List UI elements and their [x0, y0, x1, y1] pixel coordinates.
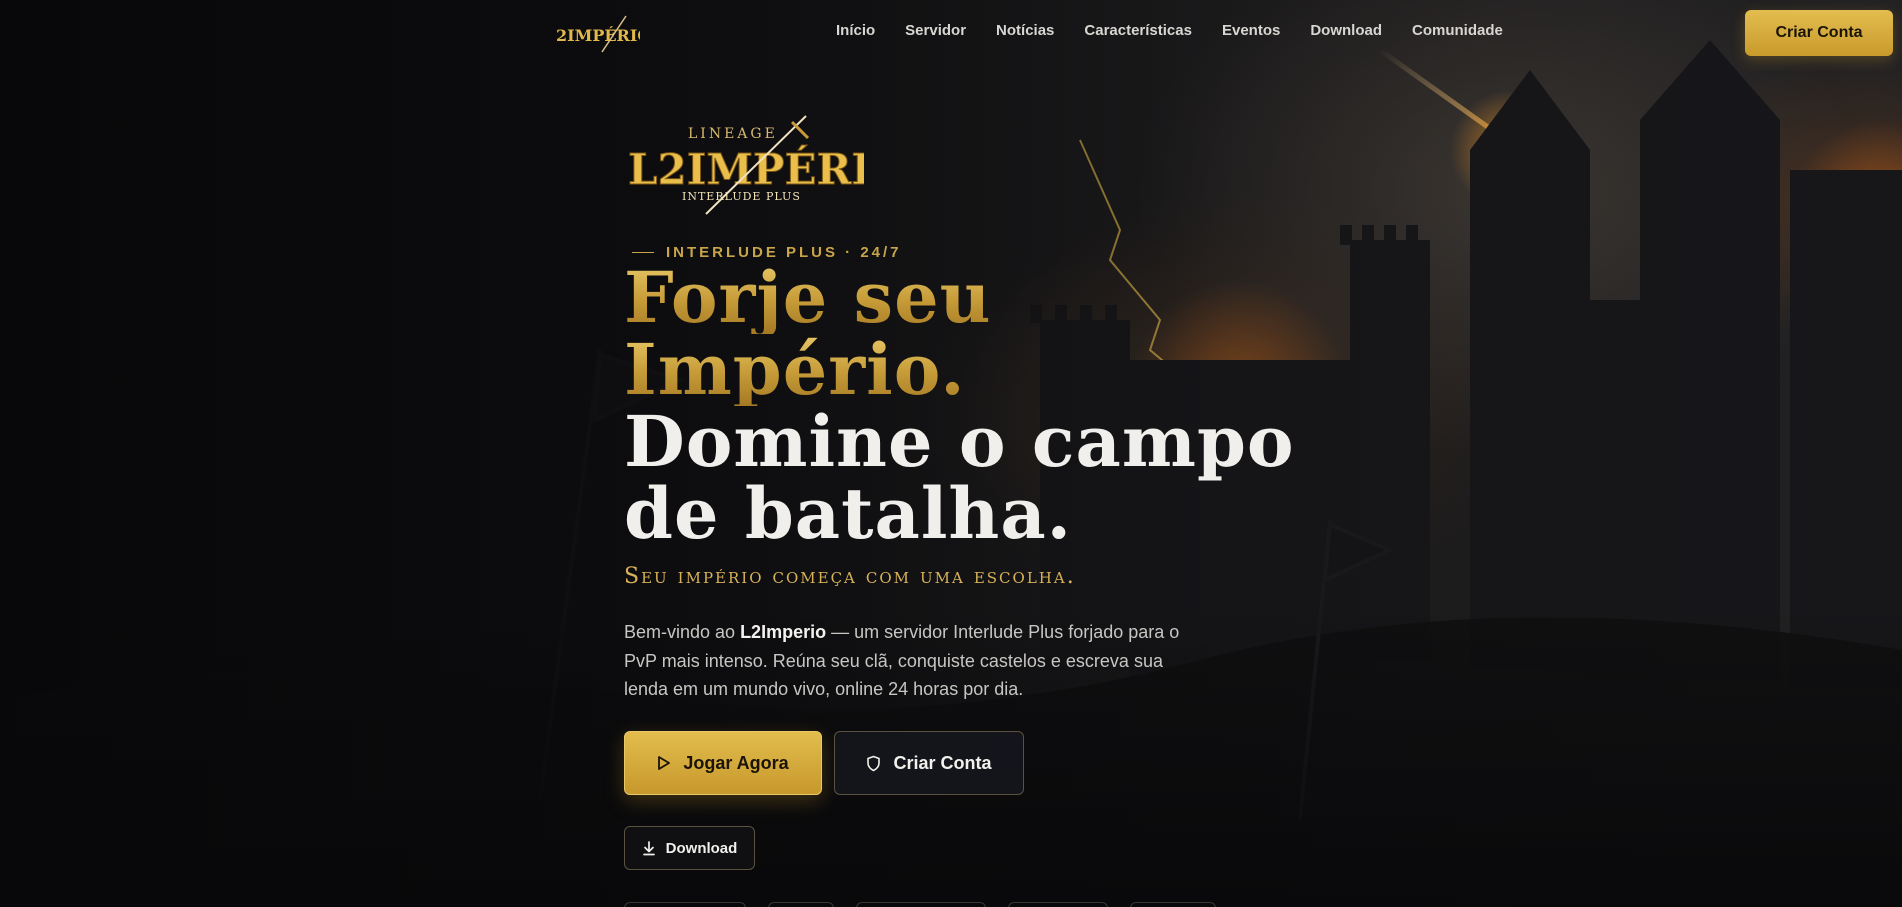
headline-gold-line-1: Forje seu — [624, 262, 1324, 334]
stat-card — [856, 902, 986, 907]
hero-description: Bem-vindo ao L2Imperio — um servidor Int… — [624, 618, 1194, 704]
desc-intro: Bem-vindo ao — [624, 622, 741, 642]
headline-white-line-1: Domine o campo — [624, 400, 1295, 483]
svg-text:L2IMPÉRIO: L2IMPÉRIO — [628, 144, 864, 194]
stat-card — [1008, 902, 1108, 907]
stat-card — [1130, 902, 1216, 907]
svg-text:L2IMPÉRIO: L2IMPÉRIO — [556, 25, 640, 45]
nav-link-download[interactable]: Download — [1310, 22, 1382, 39]
headline-gold-line-2: Império. — [624, 334, 1324, 406]
nav-link-inicio[interactable]: Início — [836, 22, 875, 39]
eyebrow-divider — [632, 252, 654, 253]
stat-card — [624, 902, 746, 907]
desc-server-name: L2Imperio — [740, 622, 827, 642]
download-button[interactable]: Download — [624, 826, 755, 870]
nav-link-servidor[interactable]: Servidor — [905, 22, 966, 39]
stat-card — [768, 902, 834, 907]
create-account-nav-button[interactable]: Criar Conta — [1745, 10, 1893, 56]
download-label: Download — [665, 839, 738, 857]
play-now-button[interactable]: Jogar Agora — [624, 731, 822, 795]
create-account-label: Criar Conta — [893, 752, 992, 773]
shield-icon — [866, 755, 881, 772]
hero-headline: Forje seu Império. Domine o campo de bat… — [624, 262, 1324, 550]
nav-link-eventos[interactable]: Eventos — [1222, 22, 1280, 39]
play-now-label: Jogar Agora — [683, 752, 789, 773]
play-icon — [657, 755, 671, 771]
nav-link-comunidade[interactable]: Comunidade — [1412, 22, 1503, 39]
headline-white-line-2: de batalha. — [624, 472, 1073, 555]
svg-text:INTERLUDE PLUS: INTERLUDE PLUS — [682, 190, 801, 203]
nav-link-noticias[interactable]: Notícias — [996, 22, 1054, 39]
top-navigation: L2IMPÉRIO Início Servidor Notícias Carac… — [0, 0, 1902, 66]
hero-tagline: Seu império começa com uma escolha. — [624, 564, 1076, 589]
brand-logo[interactable]: L2IMPÉRIO — [556, 12, 640, 54]
stats-row-peek — [624, 902, 1216, 907]
nav-link-caracteristicas[interactable]: Características — [1084, 22, 1192, 39]
nav-links: Início Servidor Notícias Características… — [836, 22, 1503, 39]
svg-text:LINEAGE: LINEAGE — [688, 126, 778, 142]
download-icon — [642, 840, 656, 856]
hero-logo: LINEAGE L2IMPÉRIO INTERLUDE PLUS — [628, 115, 864, 215]
create-account-button[interactable]: Criar Conta — [834, 731, 1024, 795]
